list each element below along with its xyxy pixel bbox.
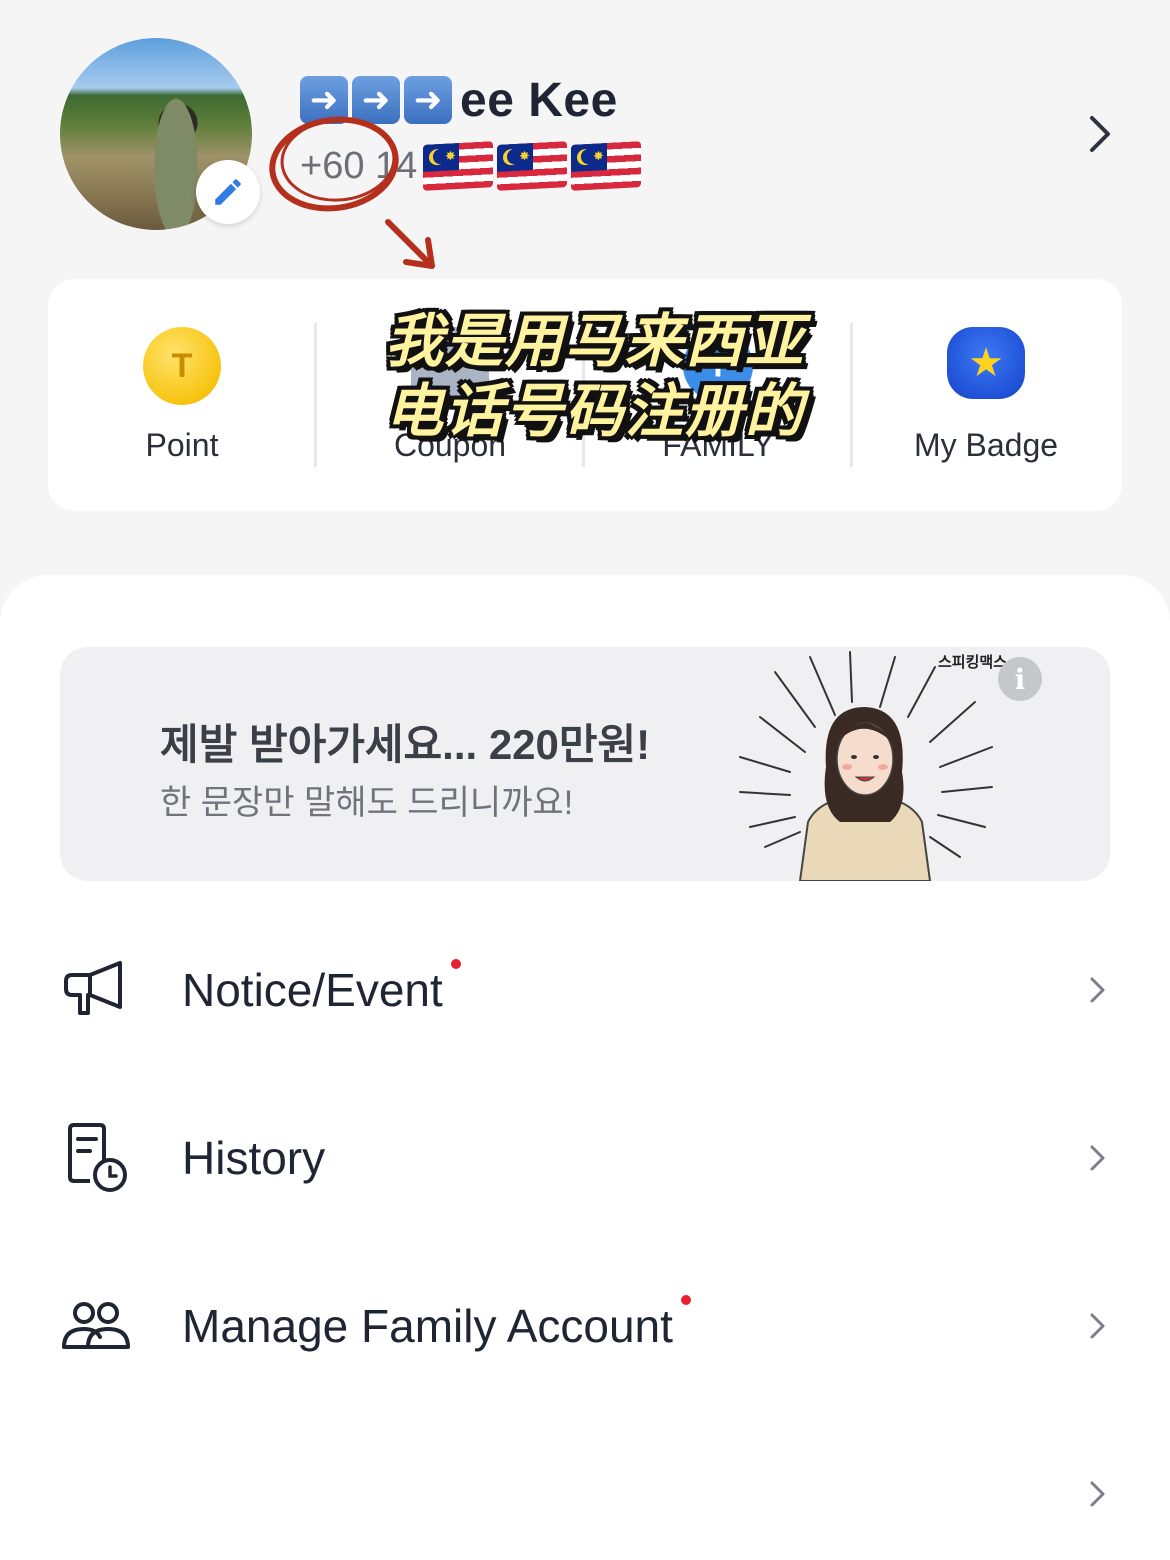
megaphone-icon: [64, 961, 122, 1015]
family-people-icon: [62, 1302, 130, 1349]
malaysia-flag-icon: ✸: [571, 141, 642, 191]
quick-menu-label: My Badge: [913, 427, 1059, 463]
overlay-caption-line: 电话号码注册的: [384, 377, 805, 445]
quick-menu-point[interactable]: T Point: [48, 279, 316, 511]
notification-dot: [680, 1295, 691, 1305]
ad-illustration-woman: [739, 651, 993, 881]
edit-avatar-button[interactable]: [196, 160, 260, 224]
overlay-caption: 我是用马来西亚 电话号码注册的: [360, 306, 830, 446]
ad-banner[interactable]: 제발 받아가세요... 220만원! 한 문장만 말해도 드리니까요! 스피킹맥…: [60, 647, 1110, 881]
menu-item-manage-family-account[interactable]: Manage Family Account: [0, 1265, 1170, 1385]
history-document-icon: [68, 1123, 127, 1192]
quick-menu-label: Point: [145, 427, 219, 463]
menu-item-label: History: [182, 1132, 326, 1184]
point-coin-icon: T: [143, 327, 221, 405]
menu-item-label: Notice/Event: [182, 959, 461, 1017]
chevron-right-icon: [1090, 1481, 1105, 1507]
notification-dot: [450, 959, 461, 969]
chevron-right-icon[interactable]: [1082, 112, 1118, 156]
quick-menu-my-badge[interactable]: ★ My Badge: [852, 279, 1120, 511]
badge-star-icon: ★: [947, 327, 1025, 405]
menu-item-history[interactable]: History: [0, 1097, 1170, 1217]
ad-subtitle: 한 문장만 말해도 드리니까요!: [160, 784, 574, 822]
ad-brand-logo: 스피킹맥스: [938, 654, 1008, 671]
menu-item-partial[interactable]: [0, 1433, 1170, 1553]
annotation-circle-arrow: [269, 116, 435, 269]
menu-item-label: Manage Family Account: [182, 1295, 691, 1353]
chevron-right-icon: [1090, 1313, 1105, 1339]
profile-header[interactable]: ➜ ➜ ➜ ee Kee +60 14 ✸ ✸ ✸: [0, 0, 1170, 270]
profile-name: ee Kee: [460, 73, 618, 127]
overlay-caption-line: 我是用马来西亚: [384, 307, 805, 375]
info-icon[interactable]: i: [998, 657, 1042, 701]
malaysia-flag-icon: ✸: [497, 141, 568, 191]
chevron-right-icon: [1090, 1145, 1105, 1171]
ad-title: 제발 받아가세요... 220만원!: [160, 721, 651, 768]
menu-item-notice-event[interactable]: Notice/Event: [0, 929, 1170, 1049]
pencil-icon: [215, 179, 241, 205]
chevron-right-icon: [1090, 977, 1105, 1003]
